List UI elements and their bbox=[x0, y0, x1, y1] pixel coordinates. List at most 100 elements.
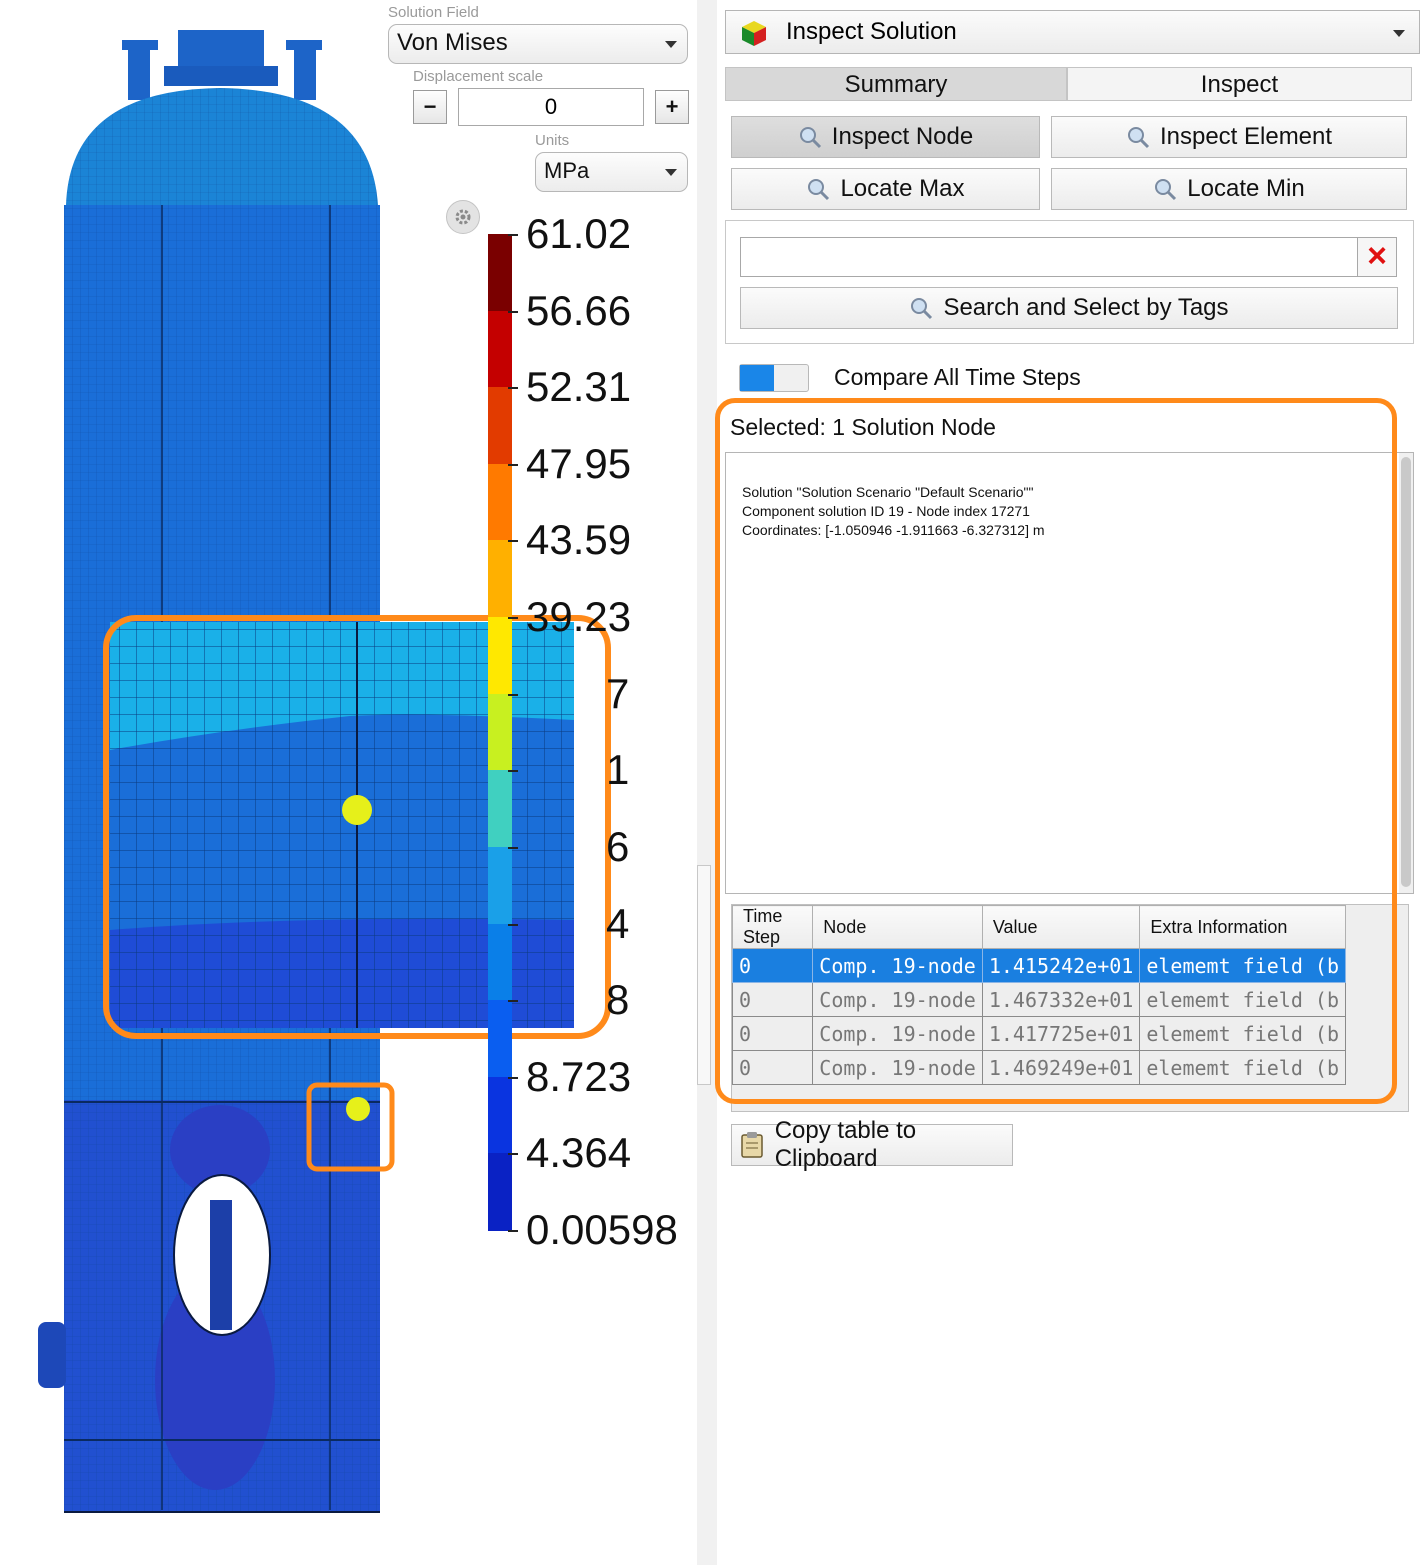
cell-value[interactable]: 1.417725e+01 bbox=[981, 1016, 1141, 1051]
legend-value-label: 56.66 bbox=[526, 286, 632, 334]
cell-time-step[interactable]: 0 bbox=[731, 948, 814, 983]
legend-tick bbox=[508, 463, 518, 466]
search-select-tags-label: Search and Select by Tags bbox=[943, 294, 1229, 321]
cell-node[interactable]: Comp. 19-node bbox=[812, 1016, 983, 1051]
table-row[interactable]: 0 Comp. 19-node 1.417725e+01 elememt fie… bbox=[731, 1016, 1346, 1051]
legend-tick bbox=[508, 310, 518, 313]
info-line-coordinates: Coordinates: [-1.050946 -1.911663 -6.327… bbox=[742, 522, 1045, 538]
legend-tick bbox=[508, 923, 518, 926]
legend-color-band bbox=[488, 923, 512, 1002]
magnifier-icon bbox=[808, 179, 830, 201]
solution-field-select[interactable]: Von Mises bbox=[388, 24, 688, 64]
col-header-node[interactable]: Node bbox=[812, 905, 983, 949]
legend-tick bbox=[508, 1000, 518, 1003]
solution-field-value: Von Mises bbox=[397, 29, 508, 56]
inspect-node-label: Inspect Node bbox=[831, 123, 974, 150]
tab-summary[interactable]: Summary bbox=[725, 67, 1067, 101]
legend-value-label: 6 bbox=[606, 822, 630, 870]
locate-max-label: Locate Max bbox=[840, 175, 965, 202]
legend-color-band bbox=[488, 693, 512, 772]
legend-value-label: 39.23 bbox=[526, 593, 632, 641]
inspect-node-button[interactable]: Inspect Node bbox=[731, 116, 1040, 158]
compare-time-steps-toggle[interactable] bbox=[739, 364, 809, 392]
legend-value-label: 7 bbox=[606, 669, 630, 717]
legend-tick bbox=[508, 1230, 518, 1232]
tag-search-input[interactable] bbox=[740, 237, 1358, 277]
copy-table-button[interactable]: Copy table to Clipboard bbox=[731, 1117, 1013, 1172]
mode-select[interactable]: Inspect Solution bbox=[725, 10, 1420, 54]
legend-value-label: 1 bbox=[606, 746, 630, 794]
legend-color-band bbox=[488, 387, 512, 465]
legend-tick bbox=[508, 770, 518, 773]
compare-time-steps-label: Compare All Time Steps bbox=[834, 364, 1081, 390]
legend-value-label: 43.59 bbox=[526, 516, 632, 564]
cell-extra-info[interactable]: elememt field (b bbox=[1139, 1016, 1346, 1051]
increment-button[interactable]: + bbox=[655, 90, 689, 124]
col-header-extra-info[interactable]: Extra Information bbox=[1139, 905, 1346, 949]
solution-info-box: Solution "Solution Scenario "Default Sce… bbox=[725, 452, 1414, 894]
displacement-scale-label: Displacement scale bbox=[413, 68, 544, 85]
inspect-element-button[interactable]: Inspect Element bbox=[1051, 116, 1407, 158]
info-scrollbar[interactable] bbox=[1399, 453, 1413, 893]
cell-extra-info[interactable]: elememt field (b bbox=[1139, 1050, 1346, 1085]
clear-search-icon[interactable]: × bbox=[1357, 237, 1397, 277]
cell-time-step[interactable]: 0 bbox=[731, 1016, 814, 1051]
info-scrollbar-thumb[interactable] bbox=[1401, 457, 1411, 887]
table-row[interactable]: 0 Comp. 19-node 1.467332e+01 elememt fie… bbox=[731, 982, 1346, 1017]
tab-inspect[interactable]: Inspect bbox=[1067, 67, 1412, 101]
cell-time-step[interactable]: 0 bbox=[731, 1050, 814, 1085]
cell-node[interactable]: Comp. 19-node bbox=[812, 982, 983, 1017]
color-legend-bar bbox=[488, 234, 512, 1231]
legend-tick bbox=[508, 693, 518, 696]
cell-value[interactable]: 1.469249e+01 bbox=[981, 1050, 1141, 1085]
table-row[interactable]: 0 Comp. 19-node 1.415242e+01 elememt fie… bbox=[731, 948, 1346, 983]
legend-value-label: 61.02 bbox=[526, 210, 632, 257]
cell-time-step[interactable]: 0 bbox=[731, 982, 814, 1017]
cell-node[interactable]: Comp. 19-node bbox=[812, 948, 983, 983]
legend-color-band bbox=[488, 1153, 512, 1231]
solution-field-label: Solution Field bbox=[388, 4, 479, 21]
legend-color-band bbox=[488, 770, 512, 848]
collapse-handle[interactable] bbox=[697, 865, 711, 1085]
selected-node-marker bbox=[346, 1097, 370, 1121]
units-select[interactable]: MPa bbox=[535, 152, 688, 192]
gear-icon[interactable] bbox=[446, 200, 480, 234]
legend-tick bbox=[508, 234, 518, 236]
legend-value-label: 8.723 bbox=[526, 1052, 632, 1100]
panel-splitter[interactable] bbox=[697, 0, 717, 1565]
info-line-solution: Solution "Solution Scenario "Default Sce… bbox=[742, 484, 1034, 500]
cell-extra-info[interactable]: elememt field (b bbox=[1139, 948, 1346, 983]
legend-color-band bbox=[488, 234, 512, 312]
cell-extra-info[interactable]: elememt field (b bbox=[1139, 982, 1346, 1017]
displacement-scale-input[interactable]: 0 bbox=[458, 88, 644, 126]
clipboard-icon bbox=[741, 1132, 763, 1158]
zoom-callout bbox=[103, 615, 611, 1039]
units-value: MPa bbox=[544, 158, 590, 183]
cell-node[interactable]: Comp. 19-node bbox=[812, 1050, 983, 1085]
decrement-button[interactable]: − bbox=[413, 90, 447, 124]
legend-value-label: 8 bbox=[606, 976, 630, 1024]
legend-value-label: 47.95 bbox=[526, 439, 632, 487]
legend-value-label: 0.00598 bbox=[526, 1206, 678, 1253]
cell-value[interactable]: 1.415242e+01 bbox=[981, 948, 1141, 983]
locate-min-button[interactable]: Locate Min bbox=[1051, 168, 1407, 210]
search-select-tags-button[interactable]: Search and Select by Tags bbox=[740, 287, 1398, 329]
toggle-knob bbox=[740, 365, 774, 391]
cell-value[interactable]: 1.467332e+01 bbox=[981, 982, 1141, 1017]
legend-color-band bbox=[488, 310, 512, 389]
col-header-value[interactable]: Value bbox=[981, 905, 1141, 949]
chevron-down-icon bbox=[1393, 30, 1405, 37]
magnifier-icon bbox=[1127, 127, 1150, 149]
chevron-down-icon bbox=[665, 41, 677, 48]
locate-max-button[interactable]: Locate Max bbox=[731, 168, 1040, 210]
legend-tick bbox=[508, 540, 518, 543]
mode-select-value: Inspect Solution bbox=[786, 18, 957, 45]
legend-color-band bbox=[488, 846, 512, 925]
inspect-panel: Inspect Solution Summary Inspect Inspect… bbox=[715, 0, 1428, 1565]
legend-color-band bbox=[488, 1000, 512, 1078]
model-viewport[interactable]: Solution Field Von Mises Displacement sc… bbox=[0, 0, 700, 1565]
legend-color-band bbox=[488, 463, 512, 542]
table-row[interactable]: 0 Comp. 19-node 1.469249e+01 elememt fie… bbox=[731, 1050, 1346, 1085]
col-header-time-step[interactable]: Time Step bbox=[731, 905, 814, 949]
results-table-frame: Time Step Node Value Extra Information 0… bbox=[731, 904, 1409, 1112]
